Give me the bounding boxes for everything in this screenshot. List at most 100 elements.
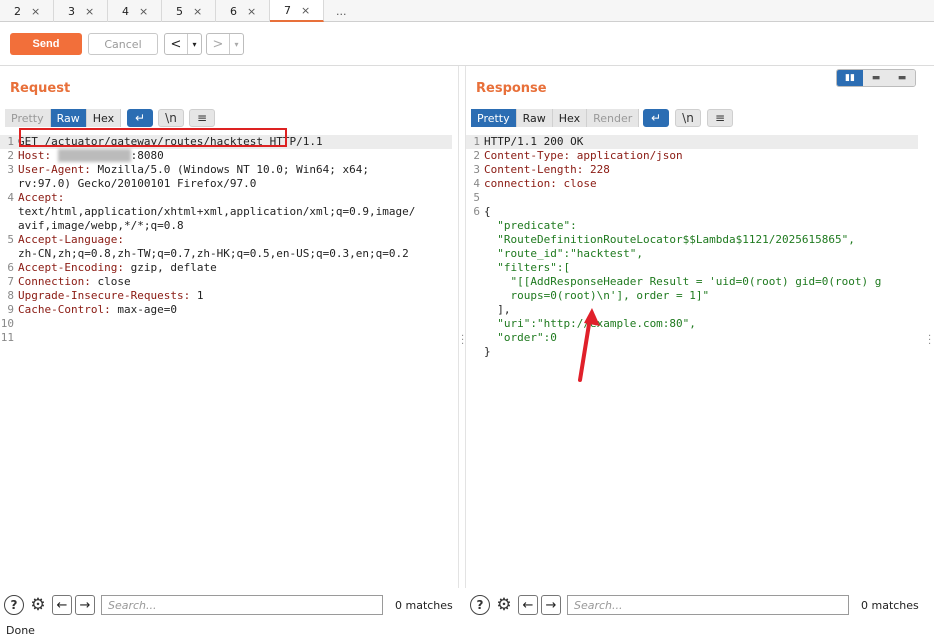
request-editor[interactable]: 1 GET /actuator/gateway/routes/hacktest H… (0, 135, 452, 345)
header-value: :8080 (130, 149, 164, 162)
line-number: 6 (7, 261, 14, 274)
previous-match-icon[interactable]: ← (518, 595, 538, 615)
line-number: 1 (473, 135, 480, 148)
pane-divider[interactable] (458, 66, 466, 588)
code-line: "order":0 (466, 331, 918, 345)
more-tabs[interactable]: ... (324, 0, 378, 22)
code-text: "[[AddResponseHeader Result = 'uid=0(roo… (484, 275, 882, 288)
header-value: gzip, deflate (130, 261, 217, 274)
request-pane: Request Pretty Raw Hex ↵ \n ≡ 1 GET /actu… (0, 66, 458, 588)
back-dropdown-icon[interactable]: ▾ (187, 34, 201, 54)
show-newlines-button[interactable]: \n (158, 109, 184, 127)
line-number (466, 289, 484, 303)
code-line: rv:97.0) Gecko/20100101 Firefox/97.0 (0, 177, 452, 191)
help-icon[interactable]: ? (4, 595, 24, 615)
wrap-lines-icon[interactable]: ↵ (643, 109, 669, 127)
line-number: 3 (7, 163, 14, 176)
tab-2[interactable]: 2 × (0, 0, 54, 22)
close-tab-icon[interactable]: × (85, 5, 94, 18)
tab-label: 7 (284, 3, 291, 17)
header-name: Host: (18, 149, 58, 162)
tab-pretty[interactable]: Pretty (5, 109, 51, 127)
code-line: avif,image/webp,*/*;q=0.8 (0, 219, 452, 233)
line-number: 5 (473, 191, 480, 204)
back-nav-group[interactable]: < ▾ (164, 33, 202, 55)
line-number: 11 (0, 331, 14, 344)
redacted-host: 10.10.10.10 (57, 149, 131, 162)
close-tab-icon[interactable]: × (301, 4, 310, 17)
response-pane: Response Pretty Raw Hex Render ↵ \n ≡ 1H… (466, 66, 926, 588)
close-tab-icon[interactable]: × (193, 5, 202, 18)
back-icon[interactable]: < (165, 34, 187, 54)
search-input[interactable]: Search... (567, 595, 849, 615)
next-match-icon[interactable]: → (541, 595, 561, 615)
close-tab-icon[interactable]: × (31, 5, 40, 18)
match-count: 0 matches (395, 598, 453, 612)
menu-icon[interactable]: ≡ (707, 109, 733, 127)
line-number (466, 303, 484, 317)
wrap-lines-icon[interactable]: ↵ (127, 109, 153, 127)
code-line: 11 (0, 331, 452, 345)
line-number: 4 (7, 191, 14, 204)
code-line: 9 Cache-Control: max-age=0 (0, 303, 452, 317)
previous-match-icon[interactable]: ← (52, 595, 72, 615)
next-match-icon[interactable]: → (75, 595, 95, 615)
code-line: "uri":"http://example.com:80", (466, 317, 918, 331)
code-line: ], (466, 303, 918, 317)
header-name: Upgrade-Insecure-Requests: (18, 289, 197, 302)
tab-6[interactable]: 6 × (216, 0, 270, 22)
header-name: Connection: (18, 275, 98, 288)
tab-label: 5 (176, 4, 183, 18)
line-number: 2 (473, 149, 480, 162)
tab-raw[interactable]: Raw (50, 109, 87, 127)
tab-render[interactable]: Render (587, 109, 640, 127)
code-line: 4 connection: close (466, 177, 918, 191)
code-text: } (484, 345, 491, 358)
status-text: Done (6, 624, 35, 637)
match-count: 0 matches (861, 598, 919, 612)
line-number (466, 261, 484, 275)
forward-icon[interactable]: > (207, 34, 229, 54)
response-editor[interactable]: 1 HTTP/1.1 200 OK 2 Content-Type: applicati… (466, 135, 918, 359)
forward-nav-group[interactable]: > ▾ (206, 33, 244, 55)
close-tab-icon[interactable]: × (247, 5, 256, 18)
response-title: Response (476, 81, 547, 96)
tab-5[interactable]: 5 × (162, 0, 216, 22)
line-number (466, 317, 484, 331)
code-text: ], (484, 303, 511, 316)
close-tab-icon[interactable]: × (139, 5, 148, 18)
line-number (0, 205, 18, 219)
code-line: 5 (466, 191, 918, 205)
code-line: 2 Host: 10.10.10.10:8080 (0, 149, 452, 163)
tab-7[interactable]: 7 × (270, 0, 324, 22)
tab-label: 2 (14, 4, 21, 18)
tab-raw[interactable]: Raw (516, 109, 553, 127)
drag-handle-icon[interactable]: · · · (461, 332, 464, 350)
line-number: 3 (473, 163, 480, 176)
response-search-bar: ? ⚙ ← → Search... 0 matches (470, 590, 930, 620)
line-number: 2 (7, 149, 14, 162)
header-name: User-Agent: (18, 163, 98, 176)
search-input[interactable]: Search... (101, 595, 383, 615)
send-button[interactable]: Send (10, 33, 82, 55)
header-name: Cache-Control: (18, 303, 118, 316)
header-name: Accept: (18, 191, 65, 204)
tab-pretty[interactable]: Pretty (471, 109, 517, 127)
code-text: Content-Length: 228 (484, 163, 610, 176)
tab-4[interactable]: 4 × (108, 0, 162, 22)
cancel-button[interactable]: Cancel (88, 33, 158, 55)
settings-gear-icon[interactable]: ⚙ (494, 595, 514, 615)
forward-dropdown-icon[interactable]: ▾ (229, 34, 243, 54)
tab-hex[interactable]: Hex (86, 109, 122, 127)
code-line: 4 Accept: (0, 191, 452, 205)
show-newlines-button[interactable]: \n (675, 109, 701, 127)
settings-gear-icon[interactable]: ⚙ (28, 595, 48, 615)
menu-icon[interactable]: ≡ (189, 109, 215, 127)
toolbar: Send Cancel < ▾ > ▾ (0, 22, 934, 66)
line-number: 10 (0, 317, 14, 330)
tab-3[interactable]: 3 × (54, 0, 108, 22)
help-icon[interactable]: ? (470, 595, 490, 615)
tab-hex[interactable]: Hex (552, 109, 588, 127)
drag-handle-icon[interactable]: · · · (928, 332, 931, 350)
code-line: 2 Content-Type: application/json (466, 149, 918, 163)
